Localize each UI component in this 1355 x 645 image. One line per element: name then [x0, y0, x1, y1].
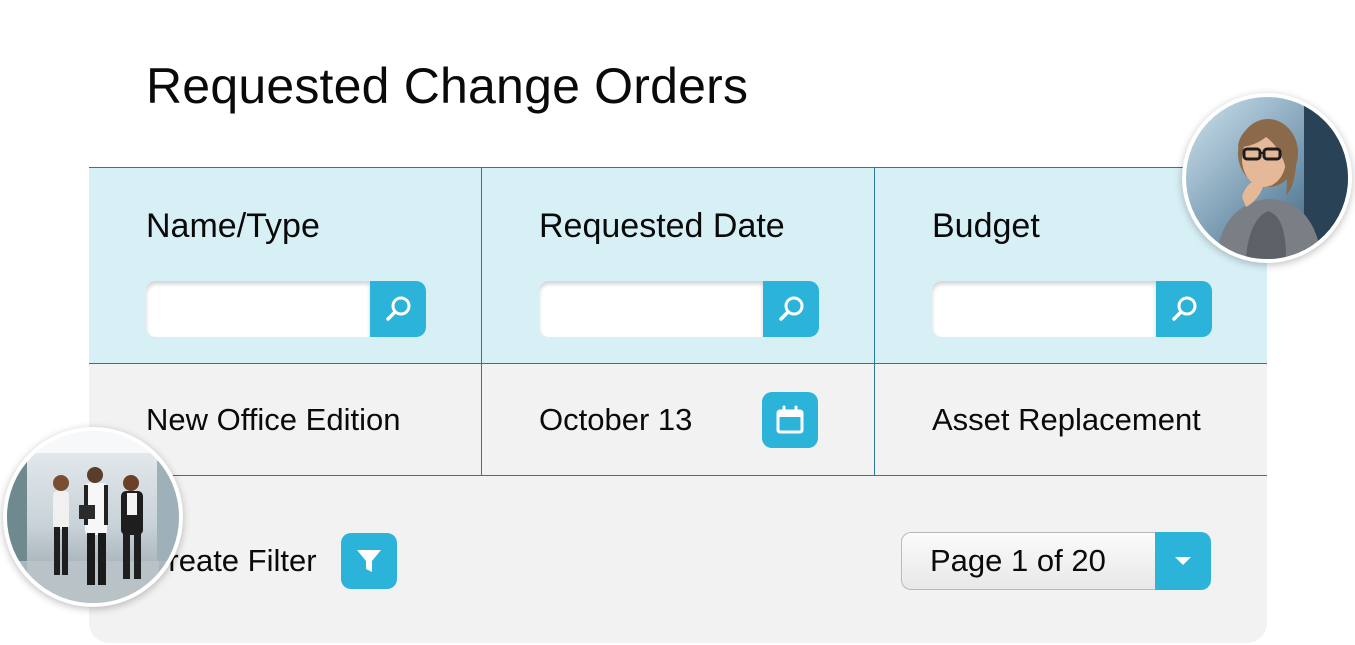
search-icon [386, 296, 411, 321]
create-filter-button[interactable] [341, 533, 397, 589]
cell-budget-value: Asset Replacement [932, 402, 1201, 437]
date-search [539, 281, 819, 337]
calendar-button[interactable] [762, 392, 818, 448]
cell-name-type-value: New Office Edition [146, 402, 401, 437]
column-header-name-type: Name/Type [146, 207, 320, 245]
name-type-search [146, 281, 426, 337]
budget-search-button[interactable] [1156, 281, 1212, 337]
date-search-input[interactable] [539, 281, 763, 337]
table-row[interactable]: New Office Edition October 13 Asset Repl… [89, 364, 1267, 476]
page-title: Requested Change Orders [146, 58, 749, 114]
name-type-search-input[interactable] [146, 281, 370, 337]
calendar-icon [776, 405, 804, 434]
column-name-type: Name/Type [89, 168, 482, 363]
filter-icon [357, 550, 381, 572]
budget-search [932, 281, 1212, 337]
avatar-team-photo [3, 427, 183, 607]
date-search-button[interactable] [763, 281, 819, 337]
cell-budget: Asset Replacement [875, 364, 1267, 475]
chevron-down-icon [1175, 557, 1191, 565]
page-select[interactable]: Page 1 of 20 [901, 532, 1211, 590]
avatar-woman-photo [1182, 93, 1352, 263]
change-orders-card: Name/Type Requested Date Budget New Offi… [89, 167, 1267, 643]
budget-search-input[interactable] [932, 281, 1156, 337]
column-header-budget: Budget [932, 207, 1040, 245]
page-select-dropdown-button[interactable] [1155, 532, 1211, 590]
table-header: Name/Type Requested Date Budget [89, 167, 1267, 364]
column-header-requested-date: Requested Date [539, 207, 785, 245]
cell-date-value: October 13 [539, 402, 693, 437]
page: Requested Change Orders Name/Type Reques… [0, 0, 1355, 645]
page-select-value[interactable]: Page 1 of 20 [901, 532, 1155, 590]
avatar-team-image [7, 431, 179, 603]
avatar-woman-image [1186, 97, 1348, 259]
column-requested-date: Requested Date [482, 168, 875, 363]
name-type-search-button[interactable] [370, 281, 426, 337]
search-icon [1172, 296, 1197, 321]
search-icon [779, 296, 804, 321]
cell-requested-date: October 13 [482, 364, 875, 475]
